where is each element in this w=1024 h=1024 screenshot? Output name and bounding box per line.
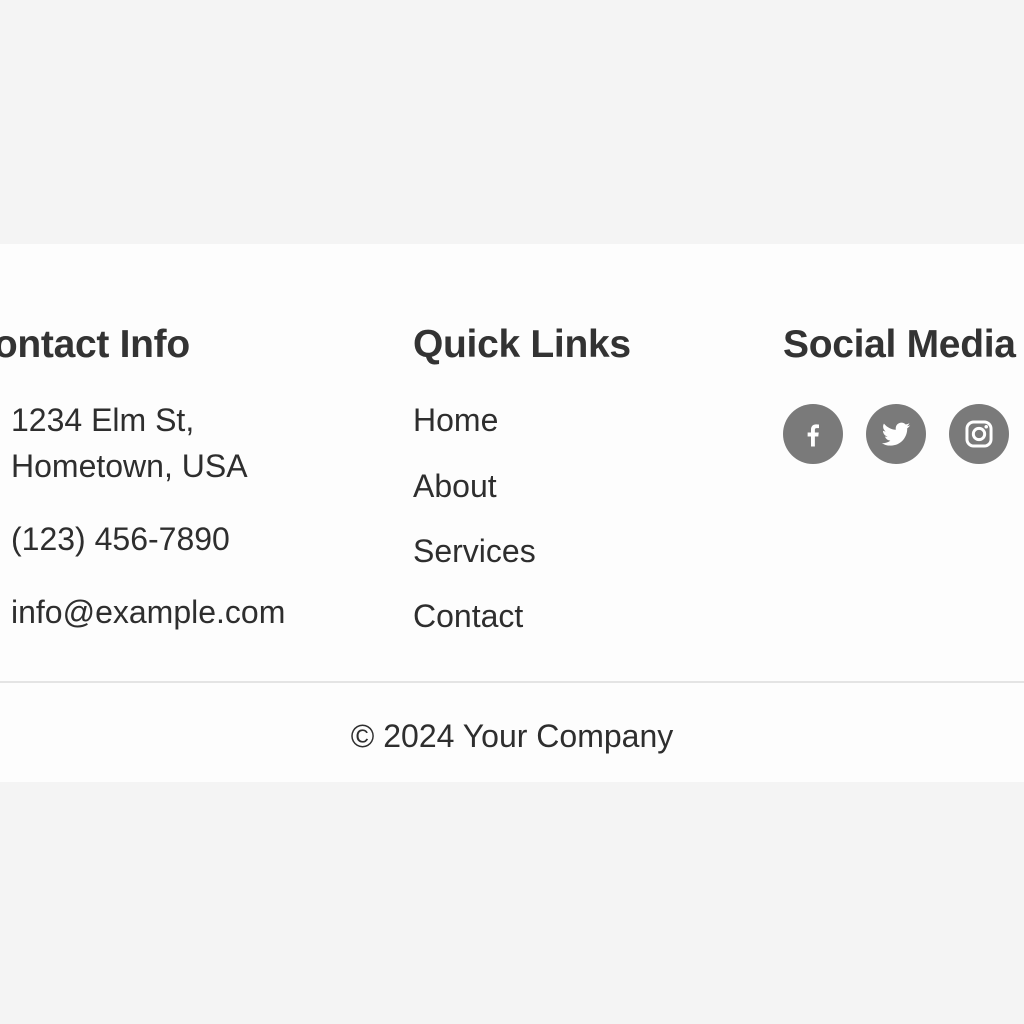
address-line-2: Hometown, USA xyxy=(11,448,248,484)
phone-number: (123) 456-7890 xyxy=(11,521,230,557)
email-address: info@example.com xyxy=(11,594,286,630)
quick-link-about[interactable]: About xyxy=(413,466,497,506)
footer-divider xyxy=(0,681,1024,683)
address-line-1: 1234 Elm St, xyxy=(11,402,195,438)
instagram-icon xyxy=(965,420,993,448)
contact-info-heading: Contact Info xyxy=(0,323,190,366)
social-media-heading: Social Media xyxy=(783,323,1016,366)
facebook-icon xyxy=(807,424,819,447)
page: Contact Info 1234 Elm St, Hometown, USA … xyxy=(0,0,1024,1024)
facebook-button[interactable] xyxy=(783,404,843,464)
twitter-button[interactable] xyxy=(866,404,926,464)
quick-link-contact[interactable]: Contact xyxy=(413,596,523,636)
quick-link-home[interactable]: Home xyxy=(413,400,498,440)
twitter-icon xyxy=(881,422,911,446)
site-footer: Contact Info 1234 Elm St, Hometown, USA … xyxy=(0,244,1024,782)
quick-links-heading: Quick Links xyxy=(413,323,631,366)
instagram-button[interactable] xyxy=(949,404,1009,464)
quick-link-services[interactable]: Services xyxy=(413,531,536,571)
social-icons-row xyxy=(783,404,1024,464)
copyright-text: © 2024 Your Company xyxy=(350,718,674,754)
